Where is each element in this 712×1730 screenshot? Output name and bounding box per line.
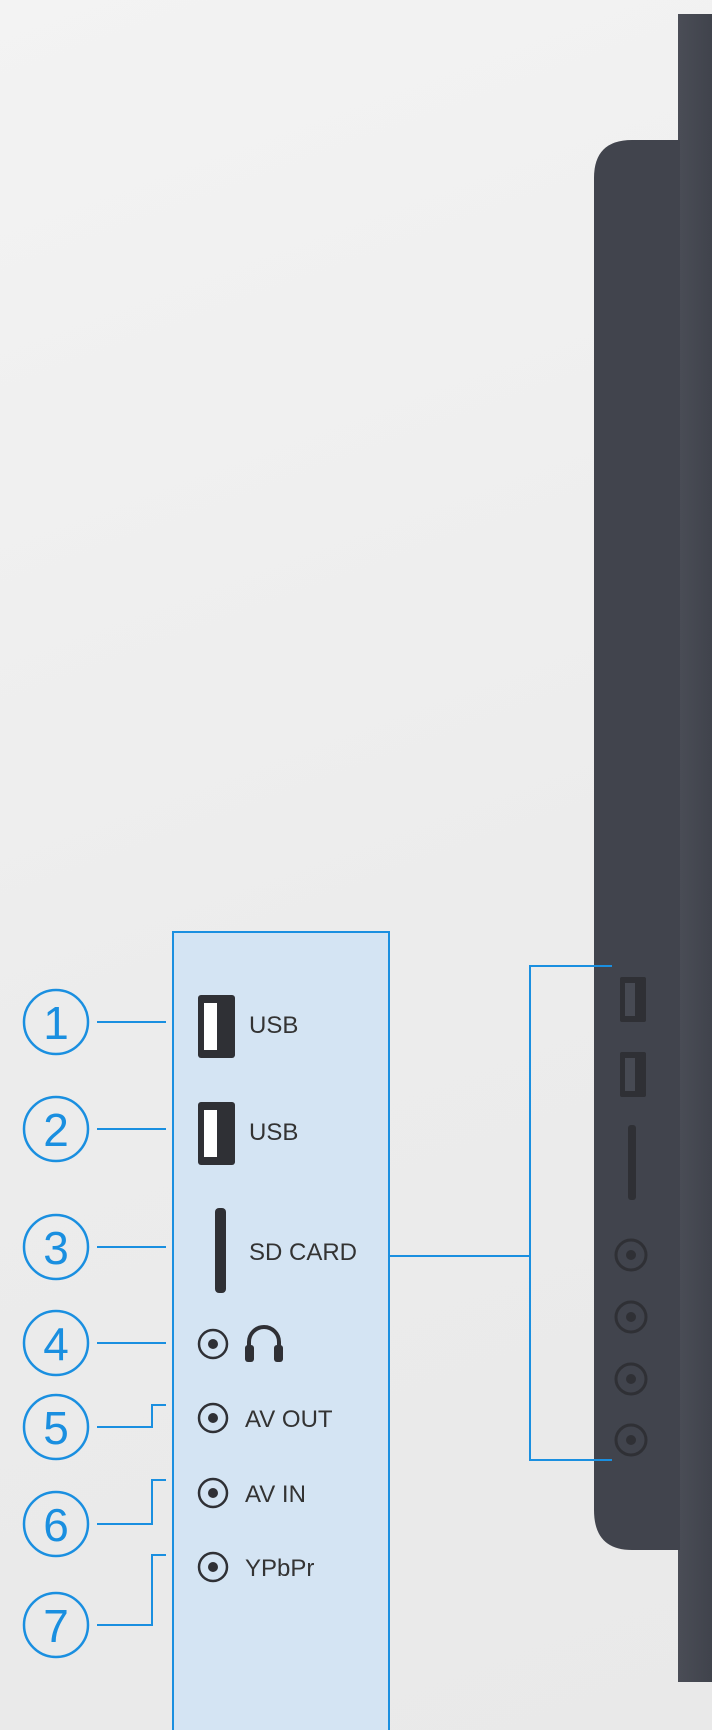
usb-port-icon <box>198 995 235 1058</box>
port-label-6: AV IN <box>245 1481 306 1508</box>
ports-diagram: USB USB SD CARD AV OUT AV IN YPbPr 1 2 3… <box>22 14 712 1730</box>
device-sd-card-slot <box>628 1125 636 1200</box>
callout-numbers: 1 2 3 4 5 6 7 <box>22 988 90 1659</box>
usb-port-icon <box>198 1102 235 1165</box>
callout-number-1: 1 <box>43 997 69 1049</box>
port-label-3: SD CARD <box>249 1239 357 1266</box>
callout-number-5: 5 <box>43 1402 69 1454</box>
leader-line-6 <box>97 1479 166 1525</box>
device-usb-port-1-inner <box>625 983 635 1016</box>
leader-line-7 <box>97 1554 166 1626</box>
monitor-side-view <box>594 14 712 1682</box>
device-jack-4-center <box>626 1435 636 1445</box>
device-jack-1-center <box>626 1250 636 1260</box>
callout-number-2: 2 <box>43 1104 69 1156</box>
device-jack-3-center <box>626 1374 636 1384</box>
port-label-2: USB <box>249 1119 298 1146</box>
port-label-5: AV OUT <box>245 1406 333 1433</box>
leader-lines <box>97 1021 166 1626</box>
monitor-side-body <box>594 140 680 1550</box>
port-label-7: YPbPr <box>245 1555 314 1582</box>
callout-number-4: 4 <box>43 1318 69 1370</box>
sd-card-slot-icon <box>215 1208 226 1293</box>
callout-number-3: 3 <box>43 1222 69 1274</box>
callout-number-6: 6 <box>43 1499 69 1551</box>
device-jack-2-center <box>626 1312 636 1322</box>
callout-bracket <box>390 965 612 1461</box>
leader-line-5 <box>97 1404 166 1428</box>
device-usb-port-2-inner <box>625 1058 635 1091</box>
port-label-1: USB <box>249 1012 298 1039</box>
callout-number-7: 7 <box>43 1600 69 1652</box>
monitor-bezel <box>678 14 712 1682</box>
